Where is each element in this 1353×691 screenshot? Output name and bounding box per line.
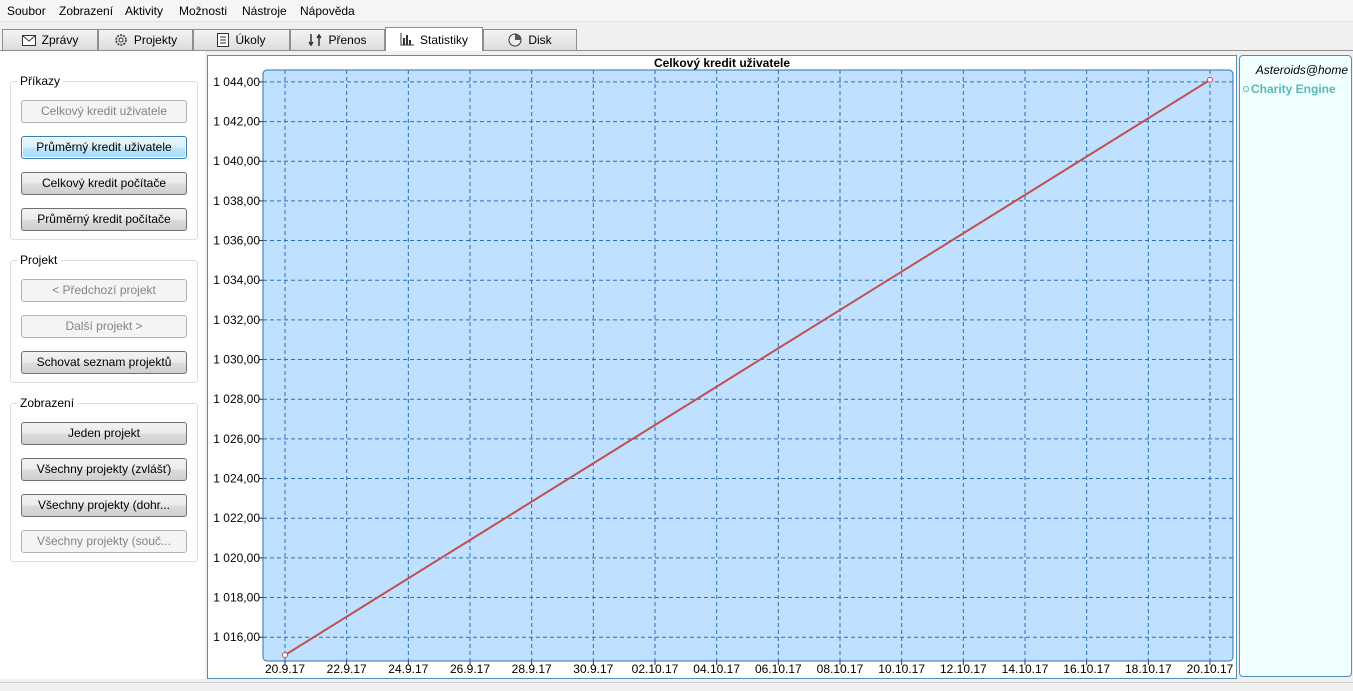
bar-chart-icon <box>400 33 414 46</box>
y-tick-label: 1 042,00 <box>213 115 260 129</box>
total-user-credit-button[interactable]: Celkový kredit uživatele <box>21 100 187 123</box>
tab-projects[interactable]: Projekty <box>98 29 193 50</box>
x-tick-label: 10.10.17 <box>878 662 925 676</box>
menu-options[interactable]: Možnosti <box>179 4 227 18</box>
y-tick-label: 1 034,00 <box>213 273 260 287</box>
y-tick-label: 1 032,00 <box>213 313 260 327</box>
y-tick-label: 1 030,00 <box>213 353 260 367</box>
average-host-credit-button[interactable]: Průměrný kredit počítače <box>21 208 187 231</box>
tab-messages[interactable]: Zprávy <box>2 29 98 50</box>
x-tick-label: 14.10.17 <box>1002 662 1049 676</box>
x-tick-label: 26.9.17 <box>450 662 490 676</box>
tab-label: Projekty <box>133 33 178 47</box>
all-projects-together-button[interactable]: Všechny projekty (dohr... <box>21 494 187 517</box>
tab-statistics[interactable]: Statistiky <box>385 27 483 51</box>
disk-icon <box>508 33 522 47</box>
x-tick-label: 06.10.17 <box>755 662 802 676</box>
y-tick-label: 1 018,00 <box>213 591 260 605</box>
y-tick-label: 1 040,00 <box>213 154 260 168</box>
y-tick-label: 1 020,00 <box>213 551 260 565</box>
x-tick-label: 28.9.17 <box>512 662 552 676</box>
menu-bar: Soubor Zobrazení Aktivity Možnosti Nástr… <box>0 0 1353 22</box>
y-tick-label: 1 024,00 <box>213 472 260 486</box>
all-projects-separate-button[interactable]: Všechny projekty (zvlášť) <box>21 458 187 481</box>
tab-label: Statistiky <box>419 32 468 47</box>
project-group: Projekt < Předchozí projekt Další projek… <box>10 253 198 383</box>
project-legend: Asteroids@home Charity Engine <box>1239 55 1352 677</box>
x-tick-label: 24.9.17 <box>388 662 428 676</box>
data-point <box>1207 76 1213 83</box>
group-title: Příkazy <box>17 74 64 88</box>
tab-disk[interactable]: Disk <box>483 29 577 50</box>
menu-view[interactable]: Zobrazení <box>59 4 113 18</box>
group-title: Zobrazení <box>17 396 78 410</box>
x-tick-label: 12.10.17 <box>940 662 987 676</box>
legend-marker <box>1243 86 1249 92</box>
x-tick-label: 18.10.17 <box>1125 662 1172 676</box>
credit-chart: 20.9.17 22.9.17 24.9.17 26.9.17 28.9.17 30.9.… <box>213 69 1234 676</box>
tab-label: Přenos <box>328 33 367 47</box>
next-project-button[interactable]: Další projekt > <box>21 315 187 338</box>
legend-item-charity-engine[interactable]: Charity Engine <box>1243 82 1336 96</box>
previous-project-button[interactable]: < Předchozí projekt <box>21 279 187 302</box>
legend-item-label: Charity Engine <box>1251 82 1336 96</box>
y-tick-label: 1 028,00 <box>213 392 260 406</box>
tab-transfers[interactable]: Přenos <box>290 29 385 50</box>
y-tick-label: 1 036,00 <box>213 234 260 248</box>
commands-panel: Příkazy Celkový kredit uživatele Průměrn… <box>0 51 205 679</box>
x-tick-label: 20.9.17 <box>265 662 305 676</box>
commands-group: Příkazy Celkový kredit uživatele Průměrn… <box>10 74 198 240</box>
average-user-credit-button[interactable]: Průměrný kredit uživatele <box>21 136 187 159</box>
task-list-icon <box>217 33 230 47</box>
total-host-credit-button[interactable]: Celkový kredit počítače <box>21 172 187 195</box>
x-tick-label: 22.9.17 <box>327 662 367 676</box>
hide-project-list-button[interactable]: Schovat seznam projektů <box>21 351 187 374</box>
view-group: Zobrazení Jeden projekt Všechny projekty… <box>10 396 198 562</box>
tab-strip: Zprávy Projekty Úkoly Přenos Statistiky … <box>0 21 1353 51</box>
x-tick-label: 16.10.17 <box>1063 662 1110 676</box>
y-tick-label: 1 022,00 <box>213 511 260 525</box>
y-tick-label: 1 044,00 <box>213 75 260 89</box>
data-point <box>282 652 288 659</box>
x-tick-label: 20.10.17 <box>1187 662 1234 676</box>
legend-project-name: Asteroids@home <box>1255 63 1348 77</box>
tab-label: Úkoly <box>235 33 266 47</box>
x-tick-label: 30.9.17 <box>573 662 613 676</box>
tab-label: Disk <box>528 33 552 47</box>
x-tick-label: 04.10.17 <box>693 662 740 676</box>
menu-file[interactable]: Soubor <box>7 4 46 18</box>
y-tick-label: 1 016,00 <box>213 630 260 644</box>
y-tick-label: 1 026,00 <box>213 432 260 446</box>
x-tick-label: 08.10.17 <box>817 662 864 676</box>
transfer-icon <box>308 33 323 47</box>
envelope-icon <box>21 34 36 46</box>
gear-icon <box>115 34 127 46</box>
menu-tools[interactable]: Nástroje <box>242 4 287 18</box>
all-projects-sum-button[interactable]: Všechny projekty (souč... <box>21 530 187 553</box>
single-project-button[interactable]: Jeden projekt <box>21 422 187 445</box>
tab-label: Zprávy <box>41 33 79 47</box>
tab-tasks[interactable]: Úkoly <box>193 29 290 50</box>
y-tick-label: 1 038,00 <box>213 194 260 208</box>
x-tick-label: 02.10.17 <box>632 662 679 676</box>
menu-activities[interactable]: Aktivity <box>125 4 163 18</box>
chart-panel: Celkový kredit uživatele 20.9.17 22.9.17 2… <box>207 55 1237 679</box>
group-title: Projekt <box>17 253 61 267</box>
menu-help[interactable]: Nápověda <box>300 4 355 18</box>
